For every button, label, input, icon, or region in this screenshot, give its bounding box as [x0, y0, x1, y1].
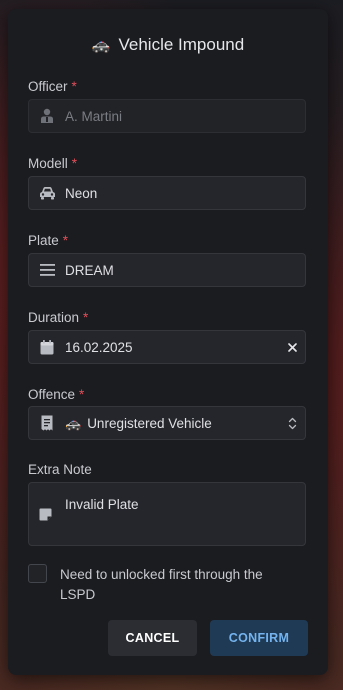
cancel-button[interactable]: CANCEL — [108, 620, 197, 656]
plate-field[interactable]: DREAM — [28, 253, 306, 287]
impound-dialog: 🚓 Vehicle Impound Officer * A. Martini Mo… — [8, 9, 328, 675]
offence-label: Offence * — [28, 387, 85, 402]
offence-select[interactable]: 🚓 Unregistered Vehicle — [28, 406, 306, 440]
calendar-icon — [29, 339, 65, 355]
police-car-icon: 🚓 — [65, 415, 82, 431]
duration-value: 16.02.2025 — [65, 339, 133, 355]
close-icon[interactable] — [288, 331, 297, 363]
chevron-up-down-icon — [288, 407, 297, 439]
lines-icon — [29, 264, 65, 276]
dialog-title: 🚓 Vehicle Impound — [8, 33, 328, 57]
officer-field: A. Martini — [28, 99, 306, 133]
model-label: Modell * — [28, 156, 78, 171]
officer-label: Officer * — [28, 79, 77, 94]
duration-label: Duration * — [28, 310, 89, 325]
model-field[interactable]: Neon — [28, 176, 306, 210]
police-car-icon: 🚓 — [91, 36, 111, 54]
note-label: Extra Note — [28, 462, 92, 477]
officer-value: A. Martini — [65, 108, 123, 124]
required-marker: * — [83, 310, 89, 325]
dialog-title-text: Vehicle Impound — [118, 35, 245, 54]
user-badge-icon — [29, 108, 65, 124]
note-textarea[interactable]: Invalid Plate — [28, 482, 306, 546]
car-icon — [29, 186, 65, 200]
model-value: Neon — [65, 185, 98, 201]
unlock-checkbox-label: Need to unlocked first through the LSPD — [60, 567, 263, 602]
confirm-button[interactable]: CONFIRM — [210, 620, 308, 656]
offence-value: Unregistered Vehicle — [87, 415, 212, 431]
required-marker: * — [71, 156, 78, 171]
plate-value: DREAM — [65, 262, 114, 278]
required-marker: * — [62, 233, 69, 248]
sticky-note-icon — [39, 508, 52, 526]
note-value: Invalid Plate — [65, 497, 139, 512]
unlock-checkbox[interactable] — [28, 564, 47, 583]
plate-label: Plate * — [28, 233, 69, 248]
duration-field[interactable]: 16.02.2025 — [28, 330, 306, 364]
required-marker: * — [71, 79, 77, 94]
required-marker: * — [79, 387, 85, 402]
receipt-icon — [29, 415, 65, 431]
